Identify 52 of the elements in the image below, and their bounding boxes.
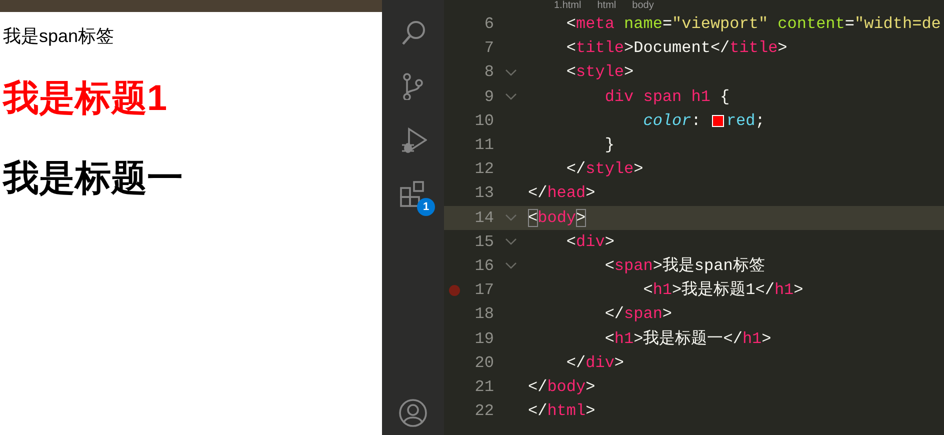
line-number: 16	[474, 256, 494, 277]
code-text: }	[604, 135, 614, 156]
code-text: </head>	[528, 183, 596, 204]
account-icon[interactable]	[399, 399, 427, 427]
code-text: <div>	[565, 232, 614, 253]
breakpoint-dot[interactable]	[448, 284, 460, 296]
run-debug-icon[interactable]	[399, 126, 427, 154]
breadcrumb-item[interactable]: 1.html	[554, 1, 582, 11]
line-number: 8	[483, 62, 494, 84]
line-number: 17	[474, 280, 494, 302]
code-text: <h1>我是标题1</h1>	[642, 280, 804, 302]
code-text: <span>我是span标签	[604, 256, 765, 277]
span-text: 我是span标签	[3, 25, 114, 48]
code-text: div span h1 {	[604, 86, 730, 108]
breadcrumb-item[interactable]: html	[597, 1, 616, 11]
line-number: 14	[474, 208, 494, 229]
search-icon[interactable]	[399, 18, 427, 46]
code-text: </style>	[565, 159, 644, 180]
code-text: </body>	[528, 376, 596, 398]
code-text: </div>	[565, 352, 624, 374]
line-number: 18	[474, 304, 494, 326]
code-text: <body>	[528, 208, 586, 229]
code-text: <style>	[565, 62, 634, 84]
breadcrumb-item[interactable]: body	[632, 1, 654, 11]
code-text: <h1>我是标题一</h1>	[604, 328, 772, 350]
fold-chevron-icon[interactable]	[505, 93, 517, 100]
line-number: 20	[474, 352, 494, 374]
line-number: 10	[474, 110, 494, 132]
code-text: color:	[642, 110, 702, 132]
fold-chevron-icon[interactable]	[505, 214, 517, 222]
line-number: 11	[474, 135, 494, 156]
line-number: 13	[474, 183, 494, 204]
code-text: </html>	[528, 401, 596, 422]
heading: 我是标题一	[3, 156, 183, 200]
line-number: 9	[483, 86, 494, 108]
line-number: 15	[474, 232, 494, 253]
line-number: 6	[483, 14, 494, 36]
fold-chevron-icon[interactable]	[505, 238, 517, 246]
line-number: 19	[474, 328, 494, 350]
code-text: </span>	[604, 304, 672, 326]
fold-chevron-icon[interactable]	[505, 262, 517, 270]
line-number: 7	[483, 38, 494, 60]
fold-chevron-icon[interactable]	[505, 68, 517, 76]
line-number: 21	[474, 376, 494, 398]
extensions-icon[interactable]	[399, 180, 427, 208]
line-number: 22	[474, 401, 494, 422]
line-number: 12	[474, 159, 494, 180]
code-text: <title>Document</title>	[565, 38, 788, 60]
notification-count: 1	[417, 198, 435, 216]
code-text: red;	[726, 110, 765, 132]
heading: 我是标题1	[3, 76, 168, 120]
code-text: <meta name="viewport" content="width=de	[565, 14, 941, 36]
